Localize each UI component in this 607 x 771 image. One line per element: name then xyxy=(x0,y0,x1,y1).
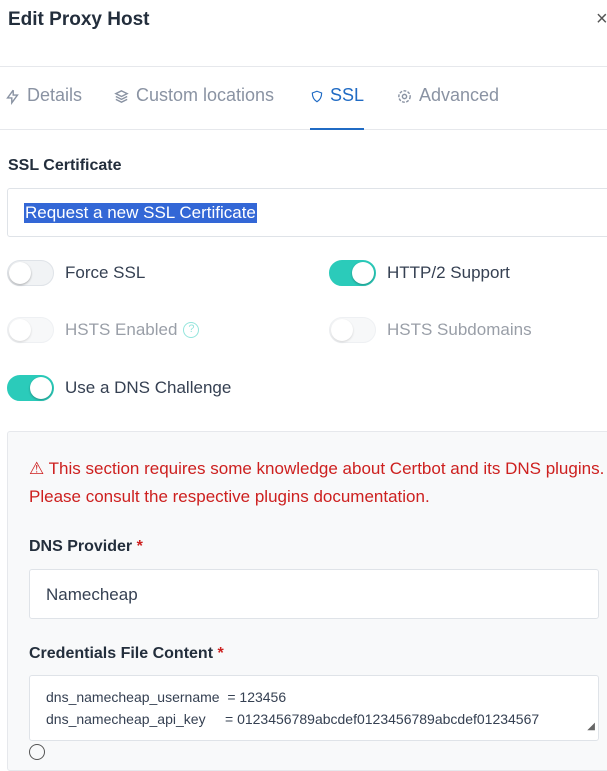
label-text: Credentials File Content xyxy=(29,645,214,662)
tab-label: Advanced xyxy=(419,85,500,105)
tab-label: Custom locations xyxy=(136,85,275,105)
selected-value: Request a new SSL Certificate xyxy=(24,203,257,223)
dns-challenge-toggle[interactable]: Use a DNS Challenge xyxy=(7,375,231,401)
toggle-label: HSTS Subdomains xyxy=(387,320,532,339)
dns-provider-select[interactable]: Namecheap xyxy=(29,569,599,619)
dialog-title: Edit Proxy Host xyxy=(8,9,150,30)
hsts-toggle[interactable]: HSTS Enabled? xyxy=(7,317,200,343)
tab-label: SSL xyxy=(329,85,364,105)
tab-bar: Details Custom locations SSL Advanced xyxy=(0,82,607,130)
warning-message: ⚠ This section requires some knowledge a… xyxy=(29,455,607,511)
ssl-certificate-label: SSL Certificate xyxy=(8,157,122,174)
toggle-switch[interactable] xyxy=(329,260,376,286)
http2-toggle[interactable]: HTTP/2 Support xyxy=(329,260,510,286)
warning-icon: ⚠ xyxy=(29,459,45,478)
toggle-switch[interactable] xyxy=(7,260,54,286)
toggle-label: Force SSL xyxy=(65,263,146,282)
credentials-text: dns_namecheap_username = 123456 dns_name… xyxy=(46,689,540,727)
warning-text: This section requires some knowledge abo… xyxy=(29,459,605,506)
dns-provider-label: DNS Provider * xyxy=(29,538,143,556)
toggle-switch[interactable] xyxy=(7,317,54,343)
hsts-subdomains-toggle[interactable]: HSTS Subdomains xyxy=(329,317,532,343)
force-ssl-toggle[interactable]: Force SSL xyxy=(7,260,145,286)
credentials-label: Credentials File Content * xyxy=(29,645,224,663)
help-icon[interactable]: ? xyxy=(183,322,200,338)
info-icon xyxy=(29,744,45,760)
toggle-switch[interactable] xyxy=(329,317,376,343)
tab-advanced[interactable]: Advanced xyxy=(396,82,499,130)
toggle-label: HSTS Enabled xyxy=(65,320,178,339)
credentials-textarea[interactable]: dns_namecheap_username = 123456 dns_name… xyxy=(29,675,599,741)
tab-ssl[interactable]: SSL xyxy=(310,82,364,130)
ssl-certificate-select[interactable]: Request a new SSL Certificate xyxy=(7,188,607,237)
tab-custom-locations[interactable]: Custom locations xyxy=(113,82,274,130)
required-marker: * xyxy=(136,538,143,555)
toggle-label: Use a DNS Challenge xyxy=(65,378,232,397)
shield-icon xyxy=(311,90,323,103)
label-text: DNS Provider xyxy=(29,538,133,555)
toggle-label: HTTP/2 Support xyxy=(387,263,510,282)
required-marker: * xyxy=(217,645,224,662)
tab-details[interactable]: Details xyxy=(4,82,82,130)
bolt-icon xyxy=(6,89,19,105)
close-button[interactable]: × xyxy=(596,8,607,31)
tab-label: Details xyxy=(27,85,83,105)
gear-icon xyxy=(398,90,411,103)
toggle-switch[interactable] xyxy=(7,375,54,401)
layers-icon xyxy=(114,90,129,103)
resize-handle-icon[interactable]: ◢ xyxy=(587,716,595,738)
divider xyxy=(0,66,607,67)
